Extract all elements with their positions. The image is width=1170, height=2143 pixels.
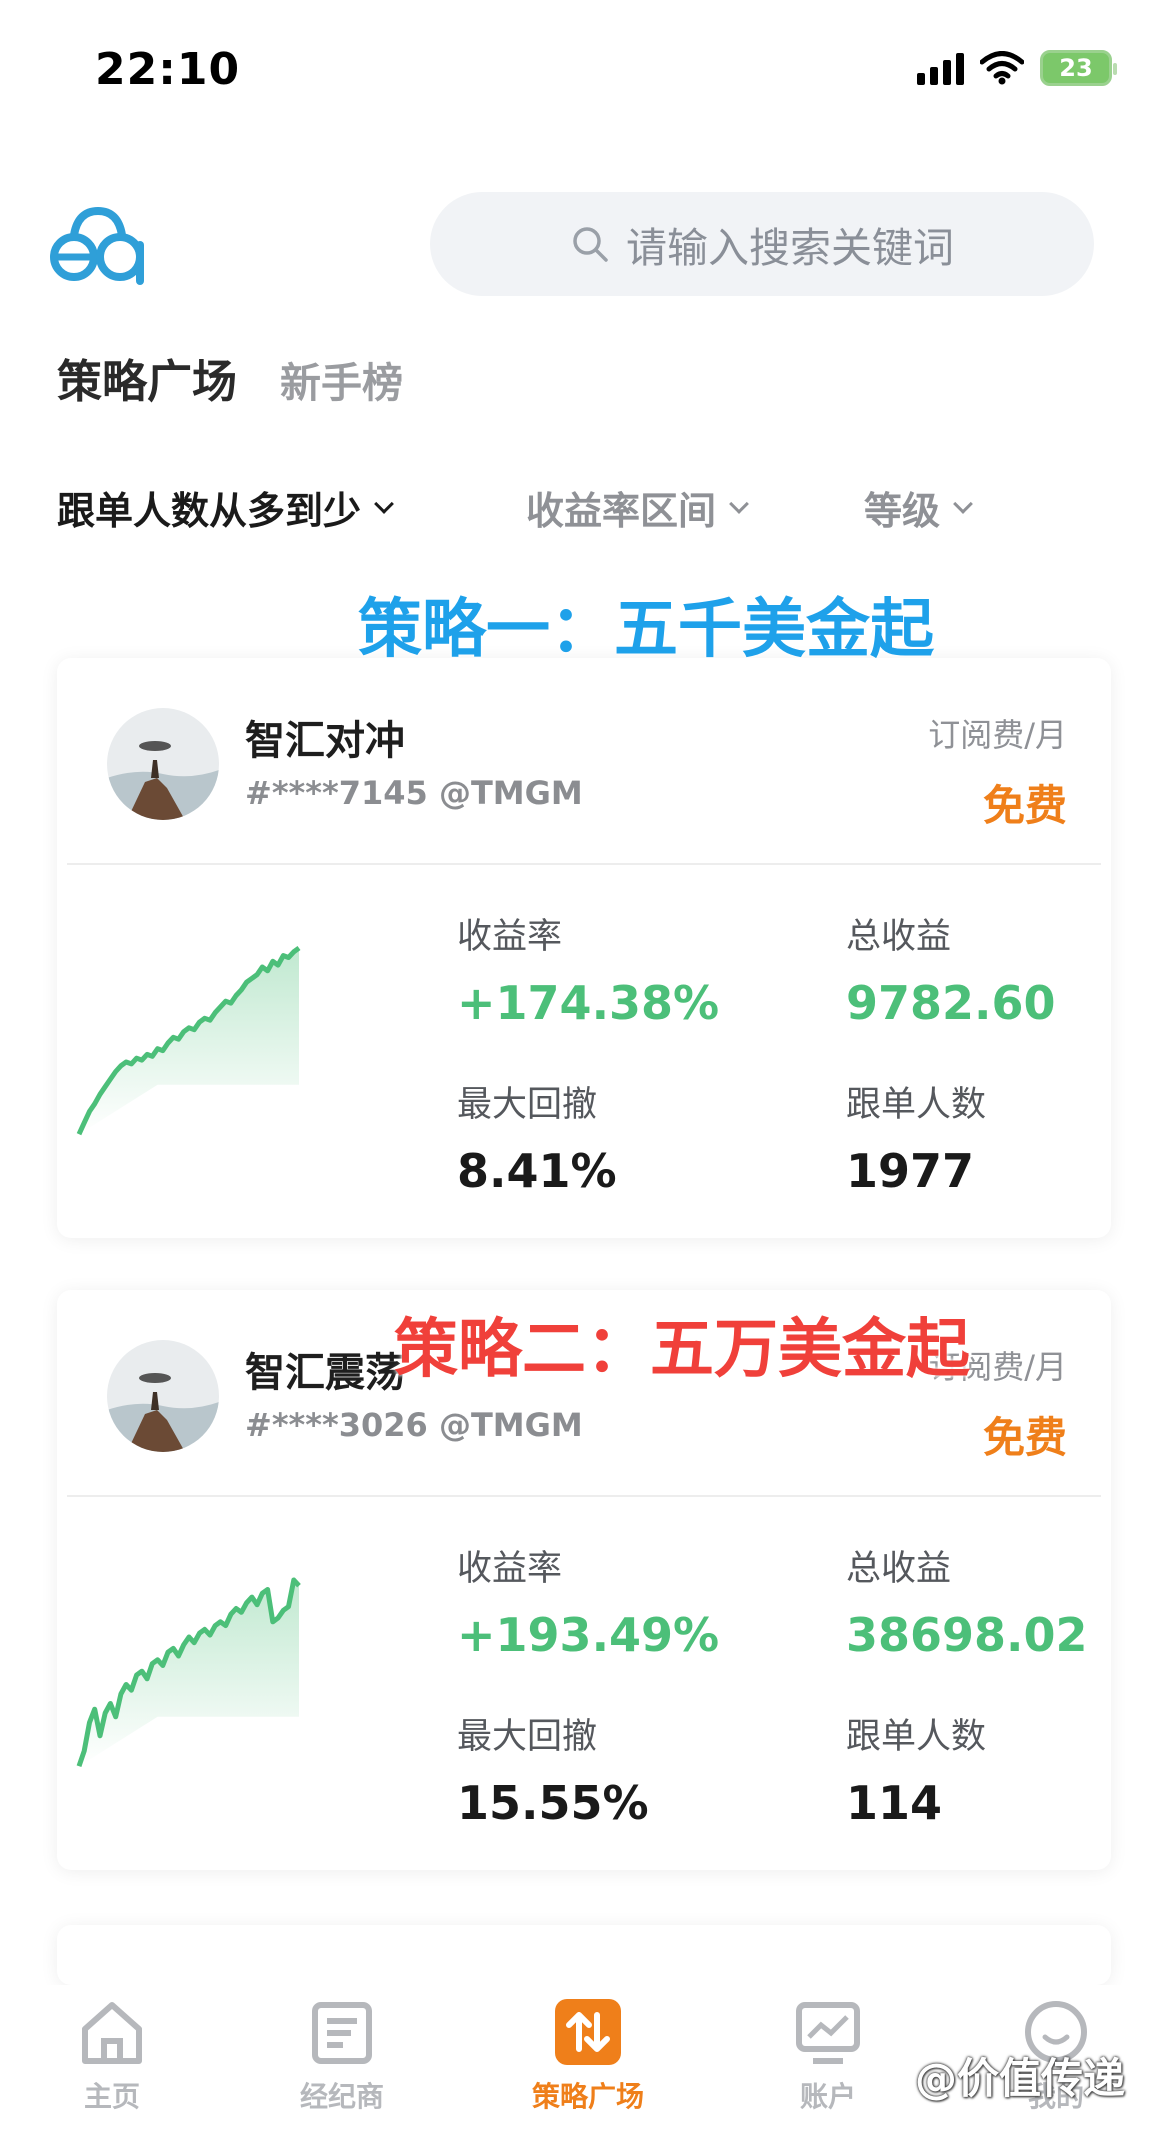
chevron-down-icon: [953, 493, 973, 514]
equity-curve-chart: [76, 945, 301, 1136]
status-bar: 22:10 23: [0, 0, 1170, 140]
annotation-strategy-one: 策略一：五千美金起: [358, 593, 934, 667]
fee-label: 订阅费/月: [928, 716, 1067, 754]
divider: [67, 863, 1101, 865]
fee-value: 免费: [982, 781, 1067, 830]
max-drawdown-value: 15.55%: [457, 1776, 649, 1830]
chevron-down-icon: [374, 493, 394, 514]
nav-strategy[interactable]: 策略广场: [508, 1985, 668, 2115]
trader-account: #****7145 @TMGM: [245, 774, 583, 812]
level-label: 等级: [864, 489, 941, 533]
annotation-strategy-two: 策略二：五万美金起: [394, 1313, 970, 1387]
followers-label: 跟单人数: [846, 1085, 987, 1125]
trader-account: #****3026 @TMGM: [245, 1406, 583, 1444]
followers-value: 1977: [846, 1144, 975, 1198]
avatar: [107, 708, 219, 820]
equity-curve-area: [79, 948, 299, 1135]
total-profit-label: 总收益: [846, 1549, 952, 1589]
watermark: @价值传递: [915, 2054, 1126, 2103]
trader-name: 智汇震荡: [245, 1350, 405, 1396]
nav-broker-label: 经纪商: [299, 2080, 384, 2113]
total-profit-label: 总收益: [846, 917, 952, 957]
filter-bar: 跟单人数从多到少 收益率区间 等级: [0, 480, 1170, 540]
max-drawdown-value: 8.41%: [457, 1144, 617, 1198]
search-icon: [573, 227, 608, 262]
search-placeholder: 请输入搜索关键词: [626, 224, 954, 272]
level-dropdown[interactable]: 等级: [864, 480, 973, 535]
followers-value: 114: [846, 1776, 943, 1830]
return-label: 收益率: [457, 917, 563, 957]
return-range-dropdown[interactable]: 收益率区间: [526, 480, 749, 535]
chevron-down-icon: [729, 493, 749, 514]
total-profit-value: 9782.60: [846, 976, 1056, 1030]
return-value: +174.38%: [457, 976, 720, 1030]
return-label: 收益率: [457, 1549, 563, 1589]
nav-home[interactable]: 主页: [32, 1985, 192, 2115]
status-icons: 23: [917, 50, 1117, 86]
wifi-icon: [980, 51, 1024, 85]
nav-home-label: 主页: [83, 2080, 140, 2113]
equity-curve-chart: [76, 1577, 301, 1768]
nav-strategy-label: 策略广场: [531, 2080, 644, 2113]
nav-account-label: 账户: [799, 2080, 856, 2113]
strategy-card[interactable]: [57, 1925, 1111, 1985]
max-drawdown-label: 最大回撤: [457, 1717, 598, 1757]
cellular-signal-icon: [917, 51, 964, 85]
status-time: 22:10: [95, 44, 241, 95]
nav-account[interactable]: 账户: [748, 1985, 908, 2115]
avatar: [107, 1340, 219, 1452]
return-value: +193.49%: [457, 1608, 720, 1662]
sort-label: 跟单人数从多到少: [57, 489, 362, 533]
battery-icon: 23: [1040, 50, 1117, 86]
sort-dropdown[interactable]: 跟单人数从多到少: [57, 480, 394, 535]
tab-newbie-ranking[interactable]: 新手榜: [280, 349, 403, 409]
app-logo-icon: [50, 206, 144, 285]
trader-name: 智汇对冲: [245, 718, 405, 764]
chart-monitor-icon: [796, 2002, 860, 2064]
tab-strategy-square[interactable]: 策略广场: [57, 345, 237, 410]
divider: [67, 1495, 1101, 1497]
equity-curve-area: [79, 1580, 299, 1767]
followers-label: 跟单人数: [846, 1717, 987, 1757]
strategy-card[interactable]: 智汇对冲 #****7145 @TMGM 订阅费/月 免费 收益率 +174.3…: [57, 658, 1111, 1238]
total-profit-value: 38698.02: [846, 1608, 1088, 1662]
search-bar[interactable]: 请输入搜索关键词: [430, 192, 1094, 296]
swap-arrows-icon: [555, 1999, 621, 2065]
home-icon: [82, 2002, 142, 2064]
max-drawdown-label: 最大回撤: [457, 1085, 598, 1125]
nav-broker[interactable]: 经纪商: [262, 1985, 422, 2115]
return-range-label: 收益率区间: [526, 489, 717, 533]
document-icon: [312, 2002, 372, 2064]
fee-value: 免费: [982, 1413, 1067, 1462]
battery-level: 23: [1059, 54, 1093, 82]
